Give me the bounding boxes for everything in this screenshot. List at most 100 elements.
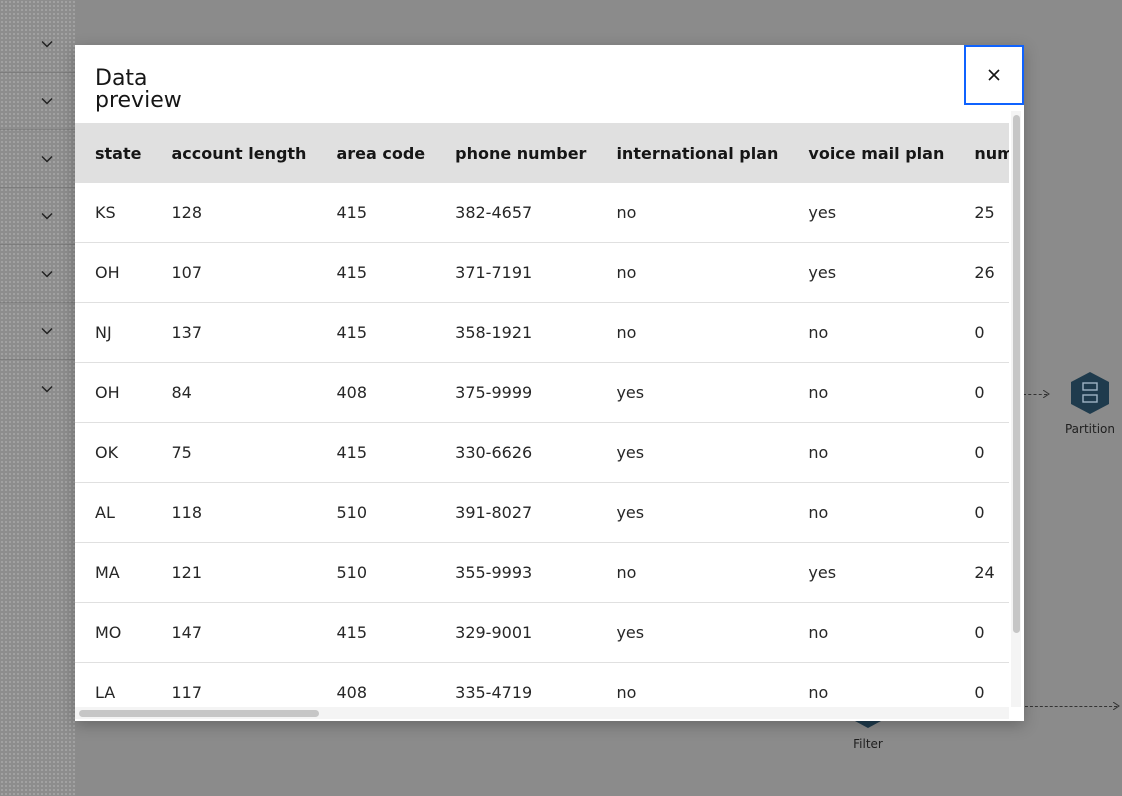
table-cell: yes: [788, 183, 955, 243]
table-cell: 415: [316, 242, 436, 303]
table-cell: 355-9993: [435, 542, 597, 603]
table-cell: no: [596, 183, 789, 243]
arrowhead-icon: [1043, 390, 1050, 398]
filter-node-label: Filter: [853, 737, 883, 751]
vertical-scrollbar[interactable]: [1011, 111, 1021, 707]
table-cell: 0: [954, 662, 1009, 707]
table-cell: OH: [75, 242, 152, 303]
column-header[interactable]: international plan: [596, 123, 789, 183]
modal-title: Data preview: [95, 66, 182, 113]
table-cell: 329-9001: [435, 602, 597, 663]
table-cell: no: [788, 662, 955, 707]
table-cell: NJ: [75, 302, 152, 363]
table-cell: OH: [75, 362, 152, 423]
table-cell: 330-6626: [435, 422, 597, 483]
table-cell: 0: [954, 302, 1009, 363]
table-header-row: state account length area code phone num…: [75, 123, 1009, 183]
palette-category[interactable]: [0, 302, 75, 360]
table-cell: 107: [151, 242, 317, 303]
table-cell: no: [788, 362, 955, 423]
table-cell: yes: [596, 422, 789, 483]
table-row: MO 147 415 329-9001 yes no 0: [75, 602, 1009, 663]
column-header[interactable]: area code: [316, 123, 436, 183]
palette-category[interactable]: [0, 72, 75, 130]
table-cell: no: [596, 542, 789, 603]
chevron-down-icon[interactable]: [40, 209, 54, 223]
close-button[interactable]: [964, 45, 1024, 105]
palette-sidebar: [0, 0, 75, 796]
table-cell: 408: [316, 362, 436, 423]
chevron-down-icon[interactable]: [40, 324, 54, 338]
palette-category[interactable]: [0, 187, 75, 245]
palette-category[interactable]: [0, 245, 75, 303]
table-cell: no: [788, 302, 955, 363]
palette-category[interactable]: [0, 360, 75, 417]
palette-category[interactable]: [0, 15, 75, 73]
table-cell: 375-9999: [435, 362, 597, 423]
table-cell: no: [788, 422, 955, 483]
table-cell: OK: [75, 422, 152, 483]
table-cell: MO: [75, 602, 152, 663]
table-cell: 510: [316, 542, 436, 603]
table-row: NJ 137 415 358-1921 no no 0: [75, 302, 1009, 363]
table-cell: AL: [75, 482, 152, 543]
column-header[interactable]: phone number: [435, 123, 597, 183]
table-row: OK 75 415 330-6626 yes no 0: [75, 422, 1009, 483]
column-header[interactable]: voice mail plan: [788, 123, 955, 183]
table-cell: 118: [151, 482, 317, 543]
table-cell: 121: [151, 542, 317, 603]
table-cell: 137: [151, 302, 317, 363]
chevron-down-icon[interactable]: [40, 152, 54, 166]
table-cell: no: [596, 662, 789, 707]
table-row: MA 121 510 355-9993 no yes 24: [75, 542, 1009, 603]
column-header[interactable]: num: [954, 123, 1009, 183]
data-preview-table: state account length area code phone num…: [75, 123, 1009, 707]
table-cell: no: [596, 302, 789, 363]
horizontal-scrollbar[interactable]: [75, 707, 1009, 719]
table-cell: 415: [316, 302, 436, 363]
column-header[interactable]: state: [75, 123, 152, 183]
table-cell: 24: [954, 542, 1009, 603]
flow-connector: [1025, 706, 1117, 707]
chevron-down-icon[interactable]: [40, 382, 54, 396]
table-cell: yes: [788, 242, 955, 303]
vertical-scrollbar-thumb[interactable]: [1013, 115, 1020, 633]
table-viewport[interactable]: state account length area code phone num…: [75, 123, 1009, 707]
table-cell: 358-1921: [435, 302, 597, 363]
close-icon[interactable]: [986, 67, 1002, 83]
table-cell: 84: [151, 362, 317, 423]
table-cell: 0: [954, 602, 1009, 663]
table-row: OH 84 408 375-9999 yes no 0: [75, 362, 1009, 423]
table-cell: 0: [954, 362, 1009, 423]
table-cell: 128: [151, 183, 317, 243]
column-header[interactable]: account length: [151, 123, 317, 183]
table-cell: LA: [75, 662, 152, 707]
partition-node-label: Partition: [1064, 422, 1115, 436]
table-cell: MA: [75, 542, 152, 603]
table-cell: 0: [954, 482, 1009, 543]
partition-node[interactable]: Partition: [1060, 370, 1120, 436]
palette-category[interactable]: [0, 130, 75, 188]
chevron-down-icon[interactable]: [40, 37, 54, 51]
table-cell: yes: [788, 542, 955, 603]
table-cell: 415: [316, 602, 436, 663]
table-row: OH 107 415 371-7191 no yes 26: [75, 242, 1009, 303]
table-cell: 25: [954, 183, 1009, 243]
table-cell: no: [596, 242, 789, 303]
table-cell: no: [788, 482, 955, 543]
chevron-down-icon[interactable]: [40, 267, 54, 281]
data-preview-modal: Data preview state account length area c…: [75, 45, 1024, 721]
table-cell: 147: [151, 602, 317, 663]
table-cell: 510: [316, 482, 436, 543]
horizontal-scrollbar-thumb[interactable]: [79, 710, 319, 717]
table-cell: 117: [151, 662, 317, 707]
table-cell: KS: [75, 183, 152, 243]
table-cell: no: [788, 602, 955, 663]
table-body: KS 128 415 382-4657 no yes 25 OH 107 415 371-7191 n…: [75, 183, 1009, 707]
chevron-down-icon[interactable]: [40, 94, 54, 108]
table-row: AL 118 510 391-8027 yes no 0: [75, 482, 1009, 543]
arrowhead-icon: [1113, 702, 1120, 710]
partition-node-icon: [1071, 372, 1109, 414]
table-row: LA 117 408 335-4719 no no 0: [75, 662, 1009, 707]
table-cell: 415: [316, 422, 436, 483]
